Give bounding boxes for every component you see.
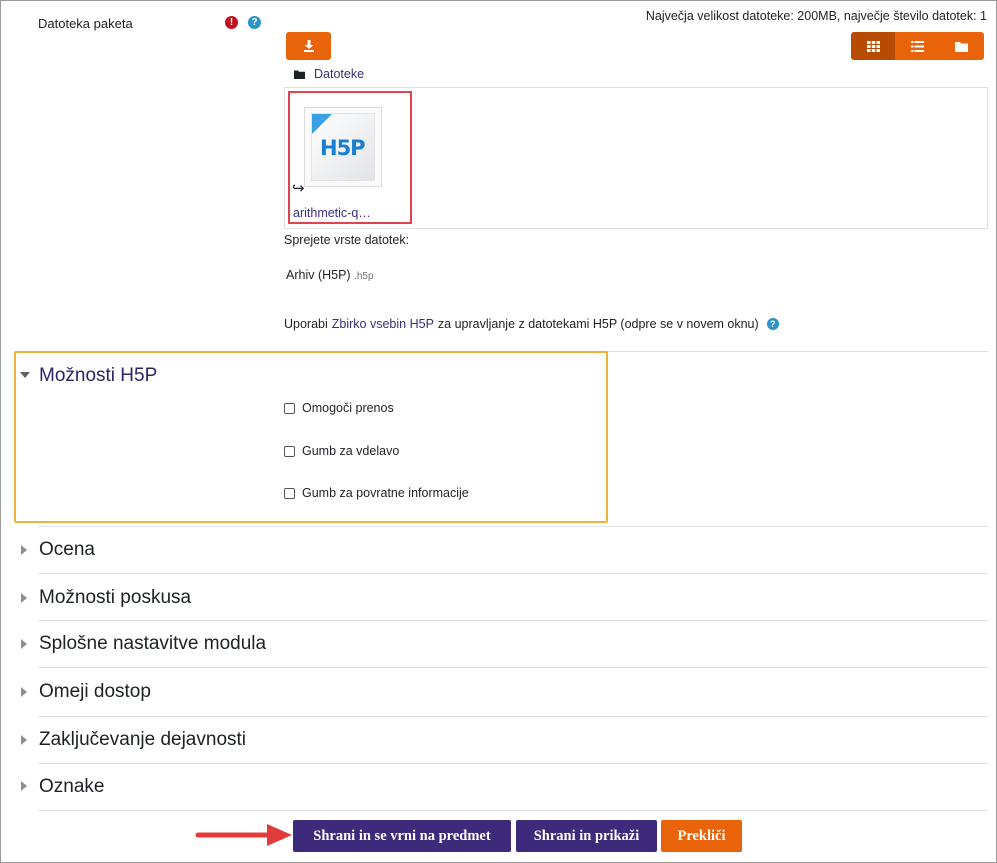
divider [38,810,988,811]
folder-icon [955,41,969,52]
breadcrumb: Datoteke [294,67,364,81]
hint-text-after: za upravljanje z datotekami H5P (odpre s… [437,317,759,331]
divider [38,667,988,668]
content-bank-hint: Uporabi Zbirko vsebin H5P za upravljanje… [284,317,779,331]
files-root-link[interactable]: Datoteke [314,67,364,81]
grid-icon [866,40,880,52]
section-activity-completion-title[interactable]: Zaključevanje dejavnosti [39,729,246,751]
section-common-module-settings-title[interactable]: Splošne nastavitve modula [39,633,266,655]
view-mode-group [851,32,984,60]
expand-caret-icon[interactable] [21,545,27,555]
accepted-type-name: Arhiv (H5P) [286,268,351,282]
content-bank-link[interactable]: Zbirko vsebin H5P [332,317,434,331]
grid-view-button[interactable] [851,32,896,60]
max-size-info: Največja velikost datoteke: 200MB, najve… [645,9,987,23]
expand-caret-icon[interactable] [21,593,27,603]
divider [38,620,988,621]
expand-caret-icon[interactable] [21,687,27,697]
accepted-type-item: Arhiv (H5P) .h5p [286,268,374,282]
expand-caret-icon[interactable] [21,781,27,791]
expand-caret-icon[interactable] [21,639,27,649]
accepted-type-ext: .h5p [354,271,374,282]
package-file-label: Datoteka paketa [38,16,133,31]
section-restrict-access-title[interactable]: Omeji dostop [39,681,151,703]
divider [38,573,988,574]
divider [38,716,988,717]
list-icon [910,40,924,52]
folder-icon [294,70,305,79]
cancel-button[interactable]: Prekliči [661,820,742,852]
help-icon[interactable]: ? [248,16,261,29]
file-highlight-box [288,91,412,224]
help-icon[interactable]: ? [766,318,779,330]
download-icon [303,40,314,52]
section-grade-title[interactable]: Ocena [39,539,95,561]
save-and-display-button[interactable]: Shrani in prikaži [516,820,657,852]
save-and-return-button[interactable]: Shrani in se vrni na predmet [293,820,511,852]
tree-view-button[interactable] [939,32,984,60]
hint-text-before: Uporabi [284,317,328,331]
section-attempt-options-title[interactable]: Možnosti poskusa [39,587,191,609]
add-file-button[interactable] [286,32,331,60]
divider [38,763,988,764]
annotation-arrow-icon [195,824,292,846]
required-icon: ! [225,16,238,29]
section-tags-title[interactable]: Oznake [39,776,104,798]
list-view-button[interactable] [895,32,940,60]
expand-caret-icon[interactable] [21,735,27,745]
divider [38,526,988,527]
accepted-types-label: Sprejete vrste datotek: [284,233,410,247]
h5p-options-highlight-box [14,351,608,523]
